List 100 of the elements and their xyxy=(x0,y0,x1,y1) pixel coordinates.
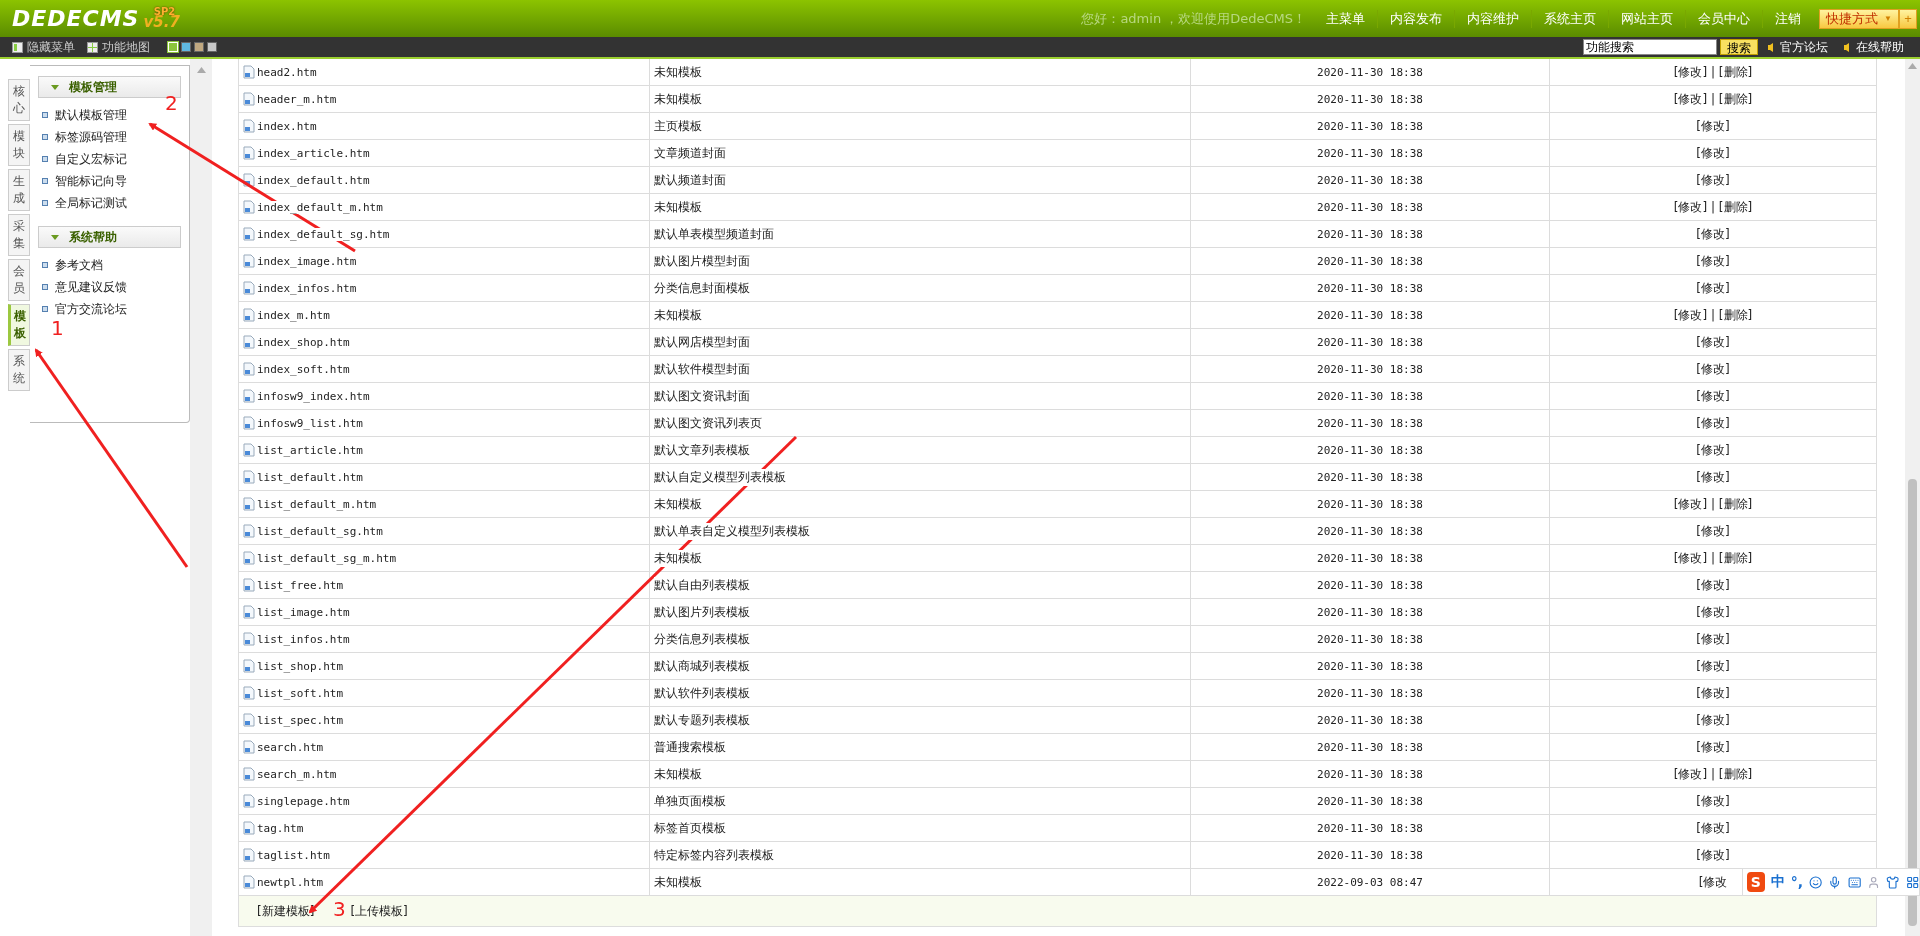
file-name: list_article.htm xyxy=(257,443,363,457)
keyboard-icon[interactable] xyxy=(1847,874,1862,890)
document-icon xyxy=(243,848,255,862)
side-tab[interactable]: 模板 xyxy=(8,304,30,346)
action-links[interactable]: [修改] xyxy=(1696,522,1730,540)
action-links[interactable]: [修改] xyxy=(1696,360,1730,378)
action-links[interactable]: [修改] xyxy=(1696,279,1730,297)
modified-date: 2020-11-30 18:38 xyxy=(1317,794,1423,808)
annotation-number: 3 xyxy=(333,899,346,919)
toolbar-link[interactable]: 在线帮助 xyxy=(1844,38,1904,56)
input-mode-toggle[interactable]: 中 xyxy=(1770,873,1785,891)
template-description: 默认专题列表模板 xyxy=(654,711,750,729)
action-links[interactable]: [修改] xyxy=(1696,387,1730,405)
punctuation-toggle[interactable]: °, xyxy=(1790,874,1804,890)
file-name: index_default.htm xyxy=(257,173,370,187)
side-tab[interactable]: 系统 xyxy=(8,349,30,391)
menu-item[interactable]: 官方交流论坛 xyxy=(42,298,181,320)
hide-menu-button[interactable]: 隐藏菜单 xyxy=(12,38,75,56)
action-links[interactable]: [修改] xyxy=(1696,468,1730,486)
action-links[interactable]: [修改] | [删除] xyxy=(1673,198,1753,216)
template-description: 未知模板 xyxy=(654,90,702,108)
file-name: list_soft.htm xyxy=(257,686,344,700)
file-name: header_m.htm xyxy=(257,92,337,106)
action-links[interactable]: [修改 xyxy=(1698,873,1728,891)
template-description: 未知模板 xyxy=(654,549,702,567)
action-links[interactable]: [修改] xyxy=(1696,144,1730,162)
action-links[interactable]: [修改] xyxy=(1696,117,1730,135)
document-icon xyxy=(243,605,255,619)
action-links[interactable]: [修改] | [删除] xyxy=(1673,549,1753,567)
file-name: list_default_m.htm xyxy=(257,497,377,511)
shortcut-button[interactable]: 快捷方式 ▼ xyxy=(1819,8,1899,29)
side-tab[interactable]: 生成 xyxy=(8,169,30,211)
microphone-icon[interactable] xyxy=(1828,874,1842,890)
menu-section-header[interactable]: 系统帮助 xyxy=(38,226,181,248)
scroll-up-icon[interactable] xyxy=(196,67,206,73)
function-map-button[interactable]: 功能地图 xyxy=(87,38,150,56)
template-description: 默认单表自定义模型列表模板 xyxy=(654,522,810,540)
search-field[interactable]: 功能搜索 xyxy=(1583,39,1717,55)
footer-link[interactable]: [上传模板] xyxy=(350,902,408,920)
menu-item[interactable]: 智能标记向导 xyxy=(42,170,181,192)
document-icon xyxy=(243,227,255,241)
file-name: search.htm xyxy=(257,740,324,754)
action-links[interactable]: [修改] xyxy=(1696,252,1730,270)
grid-icon[interactable] xyxy=(1905,874,1919,890)
action-links[interactable]: [修改] xyxy=(1696,576,1730,594)
grid-icon xyxy=(87,41,98,53)
theme-swatch[interactable] xyxy=(207,42,217,52)
template-description: 默认商城列表模板 xyxy=(654,657,750,675)
action-links[interactable]: [修改] xyxy=(1696,414,1730,432)
menu-item[interactable]: 参考文档 xyxy=(42,254,181,276)
smiley-icon[interactable] xyxy=(1809,874,1823,890)
modified-date: 2020-11-30 18:38 xyxy=(1317,443,1423,457)
action-links[interactable]: [修改] xyxy=(1696,792,1730,810)
action-links[interactable]: [修改] xyxy=(1696,333,1730,351)
action-links[interactable]: [修改] xyxy=(1696,819,1730,837)
action-links[interactable]: [修改] | [删除] xyxy=(1673,495,1753,513)
template-description: 未知模板 xyxy=(654,765,702,783)
theme-swatch[interactable] xyxy=(181,42,191,52)
document-icon xyxy=(243,119,255,133)
file-name: list_default_sg.htm xyxy=(257,524,383,538)
action-links[interactable]: [修改] | [删除] xyxy=(1673,306,1753,324)
action-links[interactable]: [修改] xyxy=(1696,441,1730,459)
menu-item[interactable]: 自定义宏标记 xyxy=(42,148,181,170)
modified-date: 2020-11-30 18:38 xyxy=(1317,848,1423,862)
search-button[interactable]: 搜索 xyxy=(1720,39,1758,55)
panel-icon xyxy=(12,41,23,53)
file-name: index_soft.htm xyxy=(257,362,350,376)
document-icon xyxy=(243,416,255,430)
side-tab[interactable]: 采集 xyxy=(8,214,30,256)
edition-label: SP2 xyxy=(153,6,176,17)
action-links[interactable]: [修改] | [删除] xyxy=(1673,90,1753,108)
action-links[interactable]: [修改] xyxy=(1696,630,1730,648)
theme-swatch[interactable] xyxy=(194,42,204,52)
side-tab[interactable]: 模块 xyxy=(8,124,30,166)
action-links[interactable]: [修改] xyxy=(1696,657,1730,675)
file-name: index_article.htm xyxy=(257,146,370,160)
document-icon xyxy=(243,254,255,268)
action-links[interactable]: [修改] xyxy=(1696,603,1730,621)
scroll-up-icon[interactable] xyxy=(1908,63,1917,69)
menu-item[interactable]: 全局标记测试 xyxy=(42,192,181,214)
action-links[interactable]: [修改] xyxy=(1696,846,1730,864)
modified-date: 2020-11-30 18:38 xyxy=(1317,362,1423,376)
menu-item[interactable]: 意见建议反馈 xyxy=(42,276,181,298)
action-links[interactable]: [修改] xyxy=(1696,711,1730,729)
menu-item[interactable]: 标签源码管理 xyxy=(42,126,181,148)
action-links[interactable]: [修改] | [删除] xyxy=(1673,765,1753,783)
action-links[interactable]: [修改] | [删除] xyxy=(1673,63,1753,81)
action-links[interactable]: [修改] xyxy=(1696,738,1730,756)
scroll-thumb[interactable] xyxy=(1908,479,1917,926)
user-icon[interactable] xyxy=(1867,874,1881,890)
document-icon xyxy=(243,281,255,295)
template-description: 普通搜索模板 xyxy=(654,738,726,756)
action-links[interactable]: [修改] xyxy=(1696,225,1730,243)
modified-date: 2020-11-30 18:38 xyxy=(1317,335,1423,349)
action-links[interactable]: [修改] xyxy=(1696,684,1730,702)
side-tab[interactable]: 会员 xyxy=(8,259,30,301)
side-tab[interactable]: 核心 xyxy=(8,79,30,121)
toolbar-link[interactable]: 官方论坛 xyxy=(1768,38,1828,56)
action-links[interactable]: [修改] xyxy=(1696,171,1730,189)
shirt-icon[interactable] xyxy=(1886,874,1900,890)
